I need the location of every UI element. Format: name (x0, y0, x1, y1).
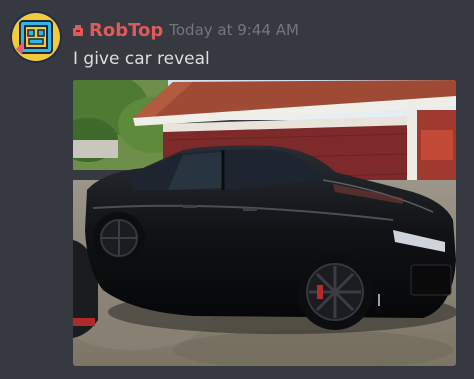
timestamp[interactable]: Today at 9:44 AM (169, 21, 299, 39)
message-text: I give car reveal (73, 49, 210, 69)
image-attachment[interactable] (73, 80, 456, 366)
user-avatar[interactable] (10, 11, 62, 63)
car-photo (73, 80, 456, 366)
message-header: RobTop Today at 9:44 AM (73, 17, 299, 43)
username[interactable]: RobTop (89, 20, 163, 41)
chat-message: RobTop Today at 9:44 AM I give car revea… (0, 0, 474, 379)
geometry-dash-cube-icon (10, 11, 62, 63)
crown-icon (73, 25, 83, 36)
